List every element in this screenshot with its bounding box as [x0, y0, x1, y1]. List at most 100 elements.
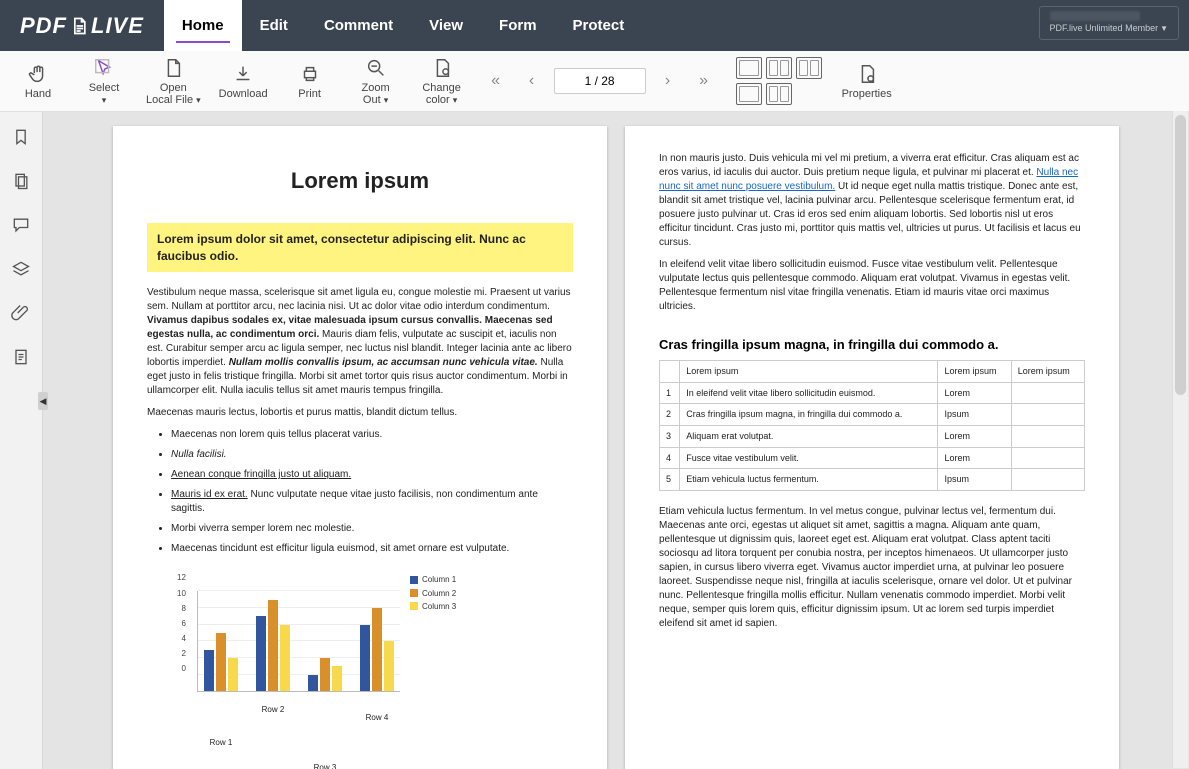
- layout-facing-button[interactable]: [766, 57, 792, 79]
- scrollbar-thumb[interactable]: [1175, 115, 1186, 395]
- tab-protect[interactable]: Protect: [555, 0, 643, 51]
- table-row: 3Aliquam erat volutpat.Lorem: [660, 425, 1085, 447]
- page2-heading: Cras fringilla ipsum magna, in fringilla…: [659, 336, 1085, 354]
- chart-bar: [360, 625, 370, 692]
- properties-button[interactable]: Properties: [834, 58, 900, 104]
- sidebar-collapse-handle[interactable]: ◀: [38, 392, 48, 410]
- table-head-row: Lorem ipsumLorem ipsumLorem ipsum: [660, 361, 1085, 383]
- chart-bar: [280, 625, 290, 692]
- zoom-out-icon: [365, 56, 387, 80]
- change-color-label: Change color ▾: [422, 82, 461, 106]
- page-title: Lorem ipsum: [147, 166, 573, 197]
- download-button[interactable]: Download: [211, 58, 276, 104]
- layout-continuous-button[interactable]: [736, 83, 762, 105]
- download-label: Download: [219, 88, 268, 100]
- chart-legend: Column 1Column 2Column 3: [410, 572, 456, 614]
- hand-icon: [27, 62, 49, 86]
- page2-paragraph-1: In non mauris justo. Duis vehicula mi ve…: [659, 152, 1085, 250]
- open-file-icon: [162, 56, 184, 80]
- page2-paragraph-3: Etiam vehicula luctus fermentum. In vel …: [659, 505, 1085, 631]
- pages-panel-icon[interactable]: [10, 170, 32, 192]
- hand-tool-button[interactable]: Hand: [6, 58, 70, 104]
- layout-single-button[interactable]: [736, 57, 762, 79]
- table-row: 1In eleifend velit vitae libero sollicit…: [660, 382, 1085, 404]
- chart-bar: [268, 600, 278, 692]
- chart-bar: [256, 616, 266, 691]
- logo-document-icon: [69, 16, 89, 36]
- layers-panel-icon[interactable]: [10, 258, 32, 280]
- page-navigator: « ‹ › »: [482, 67, 718, 95]
- attachments-panel-icon[interactable]: [10, 302, 32, 324]
- print-icon: [299, 62, 321, 86]
- user-name-obscured: [1050, 11, 1140, 21]
- table-row: 2Cras fringilla ipsum magna, in fringill…: [660, 404, 1085, 426]
- highlighted-paragraph: Lorem ipsum dolor sit amet, consectetur …: [147, 223, 573, 273]
- list-item: Maecenas non lorem quis tellus placerat …: [171, 428, 573, 442]
- properties-icon: [856, 62, 878, 86]
- page-color-icon: [431, 56, 453, 80]
- vertical-scrollbar[interactable]: [1172, 111, 1188, 768]
- hand-label: Hand: [25, 88, 51, 100]
- chart-bar: [372, 608, 382, 691]
- logo-text-left: PDF: [20, 13, 67, 39]
- layout-cover-facing-button[interactable]: [796, 57, 822, 79]
- inline-link[interactable]: Nulla nec nunc sit amet nunc posuere ves…: [659, 167, 1078, 192]
- tab-comment[interactable]: Comment: [306, 0, 411, 51]
- chart-y-axis: 121086420: [177, 572, 186, 674]
- cursor-icon: [93, 56, 115, 80]
- page2-table: Lorem ipsumLorem ipsumLorem ipsum 1In el…: [659, 360, 1085, 491]
- page-input[interactable]: [554, 68, 646, 94]
- logo-text-right: LIVE: [91, 13, 144, 39]
- left-sidebar: ◀: [0, 112, 43, 769]
- page-layout-buttons: [736, 57, 822, 105]
- chart-bar: [384, 641, 394, 691]
- fields-panel-icon[interactable]: [10, 346, 32, 368]
- select-tool-button[interactable]: Select▾: [72, 52, 136, 110]
- first-page-button[interactable]: «: [482, 67, 510, 95]
- page1-paragraph-1: Vestibulum neque massa, scelerisque sit …: [147, 286, 573, 398]
- main-area: ◀ Lorem ipsum Lorem ipsum dolor sit amet…: [0, 112, 1189, 769]
- layout-continuous-facing-button[interactable]: [766, 83, 792, 105]
- chart-bar: [216, 633, 226, 691]
- main-tabs: Home Edit Comment View Form Protect: [164, 0, 642, 51]
- open-file-button[interactable]: Open Local File ▾: [138, 52, 209, 110]
- pdf-page-1: Lorem ipsum Lorem ipsum dolor sit amet, …: [113, 126, 607, 769]
- page2-paragraph-2: In eleifend velit vitae libero sollicitu…: [659, 258, 1085, 314]
- pdf-page-2: In non mauris justo. Duis vehicula mi ve…: [625, 126, 1119, 769]
- zoom-out-button[interactable]: Zoom Out ▾: [344, 52, 408, 110]
- member-line: PDF.live Unlimited Member: [1050, 23, 1159, 33]
- table-body: 1In eleifend velit vitae libero sollicit…: [660, 382, 1085, 490]
- download-icon: [232, 62, 254, 86]
- properties-label: Properties: [842, 88, 892, 100]
- tab-home[interactable]: Home: [164, 0, 242, 51]
- prev-page-button[interactable]: ‹: [518, 67, 546, 95]
- open-label: Open Local File ▾: [146, 82, 201, 106]
- list-item: Maecenas tincidunt est efficitur ligula …: [171, 542, 573, 556]
- change-color-button[interactable]: Change color ▾: [410, 52, 474, 110]
- page1-bullet-list: Maecenas non lorem quis tellus placerat …: [171, 428, 573, 556]
- page1-paragraph-2: Maecenas mauris lectus, lobortis et puru…: [147, 406, 573, 420]
- list-item: Mauris id ex erat. Nunc vulputate neque …: [171, 488, 573, 516]
- tab-view[interactable]: View: [411, 0, 481, 51]
- document-viewport[interactable]: Lorem ipsum Lorem ipsum dolor sit amet, …: [43, 112, 1189, 769]
- app-logo: PDF LIVE: [0, 13, 164, 39]
- last-page-button[interactable]: »: [690, 67, 718, 95]
- bookmarks-icon[interactable]: [10, 126, 32, 148]
- list-item: Nulla facilisi.: [171, 448, 573, 462]
- tab-form[interactable]: Form: [481, 0, 555, 51]
- select-label: Select▾: [89, 82, 120, 106]
- chart-bar: [320, 658, 330, 691]
- next-page-button[interactable]: ›: [654, 67, 682, 95]
- membership-badge[interactable]: PDF.live Unlimited Member▼: [1039, 6, 1179, 40]
- chart-plot-area: Row 1Row 2Row 3Row 4: [197, 591, 400, 692]
- list-item: Aenean congue fringilla justo ut aliquam…: [171, 468, 573, 482]
- print-button[interactable]: Print: [278, 58, 342, 104]
- comments-panel-icon[interactable]: [10, 214, 32, 236]
- tab-edit[interactable]: Edit: [242, 0, 306, 51]
- toolbar: Hand Select▾ Open Local File ▾ Download …: [0, 51, 1189, 112]
- list-item: Morbi viverra semper lorem nec molestie.: [171, 522, 573, 536]
- chart-bar: [308, 675, 318, 692]
- print-label: Print: [298, 88, 321, 100]
- bar-chart: 121086420 Row 1Row 2Row 3Row 4 Column 1C…: [147, 572, 573, 692]
- chart-bar: [204, 650, 214, 692]
